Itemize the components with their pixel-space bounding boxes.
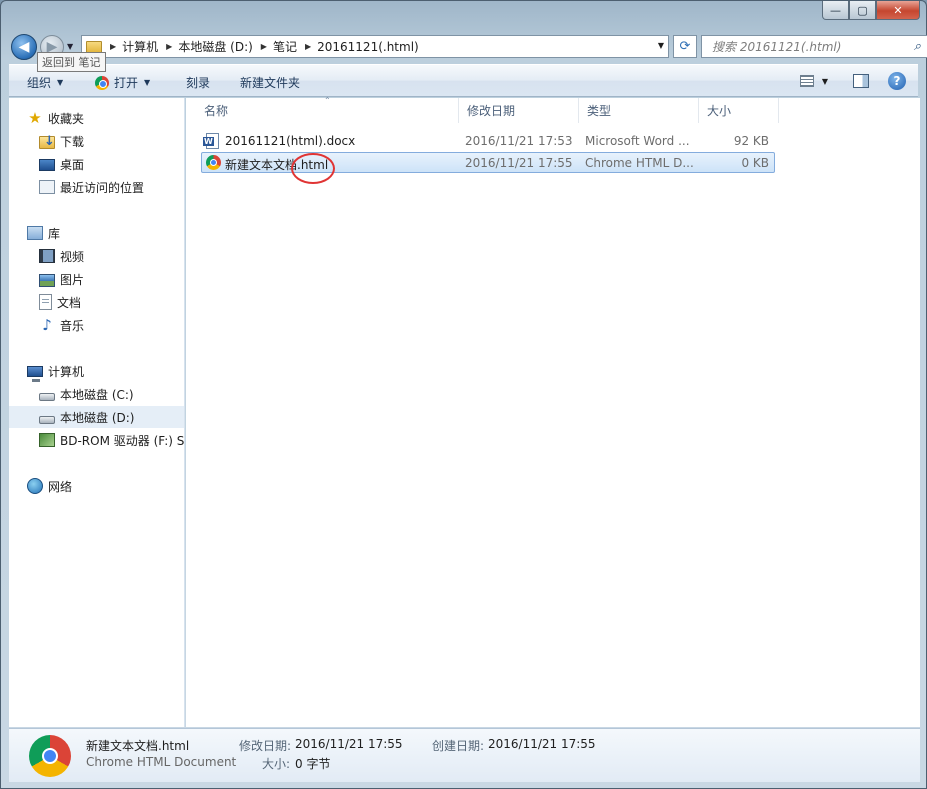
sidebar-item-recent-places[interactable]: 最近访问的位置 [9,176,184,198]
preview-pane-icon [853,74,869,88]
folder-icon [86,40,102,53]
details-filetype: Chrome HTML Document [86,755,237,769]
refresh-icon: ⟳ [679,39,691,54]
details-created-label: 创建日期: [432,739,485,753]
minimize-button[interactable]: — [822,1,849,20]
open-label: 打开 [114,76,139,90]
sidebar-item-desktop[interactable]: 桌面 [9,153,184,175]
chrome-html-icon [206,155,221,170]
organize-button[interactable]: 组织 ▼ [27,74,63,91]
breadcrumb-drive-d[interactable]: 本地磁盘 (D:) [178,38,252,55]
drive-d-icon [39,416,55,424]
star-icon: ★ [28,109,42,127]
breadcrumb-notes[interactable]: 笔记 [273,38,297,55]
details-pane: 新建文本文档.html Chrome HTML Document 修改日期: 2… [9,728,920,782]
annotation-circle [291,153,335,184]
open-button[interactable]: 打开 ▼ [95,74,150,91]
sidebar-item-music[interactable]: ♪ 音乐 [9,314,184,336]
file-name: 新建文本文档.html [225,158,329,172]
file-modified: 2016/11/21 17:55 [465,156,573,170]
sidebar-item-libraries[interactable]: 库 [9,222,184,244]
desktop-icon [39,159,55,171]
video-icon [39,249,55,263]
change-view-button[interactable] [797,71,817,91]
breadcrumb: ▶ 计算机 ▶ 本地磁盘 (D:) ▶ 笔记 ▶ 20161121(.html) [110,38,419,55]
new-folder-label: 新建文件夹 [240,76,301,90]
details-created-value: 2016/11/21 17:55 [488,737,596,751]
organize-label: 组织 [27,76,52,90]
back-arrow-icon: ◀ [18,39,30,55]
sidebar-item-drive-d[interactable]: 本地磁盘 (D:) [9,406,184,428]
address-dropdown-icon[interactable]: ▼ [658,41,664,50]
recent-pages-dropdown[interactable]: ▼ [67,42,73,51]
chrome-icon [29,735,71,777]
recent-places-icon [39,180,55,194]
sidebar-item-network[interactable]: 网络 [9,475,184,497]
address-bar[interactable]: ▶ 计算机 ▶ 本地磁盘 (D:) ▶ 笔记 ▶ 20161121(.html) ▼ [81,35,669,58]
help-icon: ? [888,72,906,90]
chevron-down-icon: ▼ [57,78,64,87]
chrome-icon [95,75,109,90]
computer-icon [27,366,43,382]
explorer-window: — ▢ ✕ ◀ ▶ ▼ 返回到 笔记 ▶ 计算机 ▶ 本地磁盘 (D:) ▶ 笔记 ▶… [0,0,927,789]
close-button[interactable]: ✕ [876,1,920,20]
details-modified-label: 修改日期: [239,739,292,753]
column-header-modified[interactable]: 修改日期 [459,98,579,123]
preview-pane-button[interactable] [851,71,871,91]
chevron-down-icon: ▼ [144,78,151,87]
file-type: Microsoft Word ... [585,134,690,148]
sidebar-item-pictures[interactable]: 图片 [9,268,184,290]
column-header-name[interactable]: 名称 [196,98,459,123]
new-folder-button[interactable]: 新建文件夹 [240,74,300,91]
sidebar-item-favorites[interactable]: ★ 收藏夹 [9,107,184,129]
details-size-value: 0 字节 [295,757,331,771]
file-row-selected[interactable]: 新建文本文档.html 2016/11/21 17:55 Chrome HTML… [201,152,775,173]
sidebar-item-downloads[interactable]: 下载 [9,130,184,152]
word-doc-icon [203,133,219,149]
search-placeholder: 搜索 20161121(.html) [712,40,842,54]
help-button[interactable]: ? [887,71,907,91]
maximize-button[interactable]: ▢ [849,1,876,20]
refresh-button[interactable]: ⟳ [673,35,697,58]
sidebar-item-computer[interactable]: 计算机 [9,360,184,382]
file-size: 92 KB [733,134,769,148]
sidebar-item-drive-c[interactable]: 本地磁盘 (C:) [9,383,184,405]
sidebar-item-videos[interactable]: 视频 [9,245,184,267]
music-icon: ♪ [42,316,52,334]
file-type: Chrome HTML D... [585,156,694,170]
navigation-bar: ◀ ▶ ▼ 返回到 笔记 ▶ 计算机 ▶ 本地磁盘 (D:) ▶ 笔记 ▶ 201611… [9,33,927,72]
file-list: ⌃ 名称 修改日期 类型 大小 20161121(html).docx 2016… [186,96,920,727]
view-options-dropdown[interactable]: ▼ [819,71,831,91]
navigation-pane: ★收藏夹 下载 桌面 最近访问的位置 库 视频 图片 文档 ♪音乐 计算机 [9,98,185,727]
pictures-icon [39,273,55,287]
bd-rom-icon [39,433,55,447]
breadcrumb-current-folder[interactable]: 20161121(.html) [317,40,419,54]
column-header-size[interactable]: 大小 [699,98,779,123]
details-size-label: 大小: [262,757,291,771]
details-modified-value: 2016/11/21 17:55 [295,737,403,751]
file-row[interactable]: 20161121(html).docx 2016/11/21 17:53 Mic… [201,131,775,152]
search-input[interactable]: 搜索 20161121(.html) ⌕ [701,35,927,58]
column-header-type[interactable]: 类型 [579,98,699,123]
search-icon[interactable]: ⌕ [914,39,921,54]
sidebar-item-bd-rom[interactable]: BD-ROM 驱动器 (F:) S [9,429,184,451]
download-icon [39,134,55,149]
burn-label: 刻录 [186,76,211,90]
file-name: 20161121(html).docx [225,134,356,148]
command-bar: 组织 ▼ 打开 ▼ 刻录 新建文件夹 ▼ ? [9,64,918,97]
documents-icon [39,294,52,310]
details-view-icon [800,75,814,87]
library-icon [27,226,43,240]
file-modified: 2016/11/21 17:53 [465,134,573,148]
back-tooltip: 返回到 笔记 [37,52,106,72]
details-filename: 新建文本文档.html [86,739,190,753]
file-size: 0 KB [741,156,769,170]
sidebar-item-documents[interactable]: 文档 [9,291,184,313]
network-icon [27,478,43,494]
back-button[interactable]: ◀ [11,34,37,60]
caption-buttons: — ▢ ✕ [822,1,920,20]
burn-button[interactable]: 刻录 [186,74,210,91]
drive-c-icon [39,393,55,401]
breadcrumb-computer[interactable]: 计算机 [122,38,158,55]
